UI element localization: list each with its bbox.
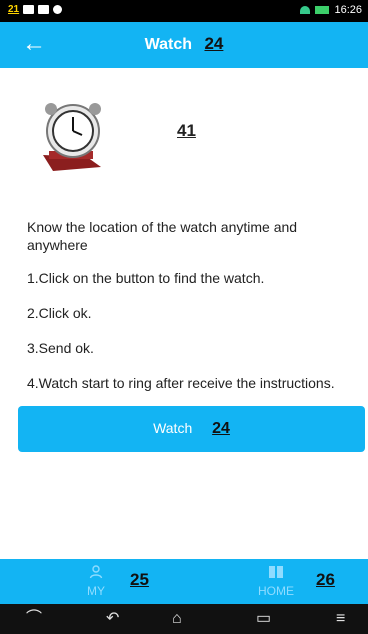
status-left: 21: [8, 4, 63, 15]
back-icon[interactable]: ↶: [106, 610, 119, 628]
system-nav-bar: ⌒ ↶ ⌂ ▭ ≡: [0, 604, 368, 634]
wifi-icon: [300, 6, 311, 14]
alarm-clock-icon: [35, 95, 115, 175]
instructions-intro: Know the location of the watch anytime a…: [27, 219, 298, 253]
status-badge: 21: [8, 4, 20, 15]
find-watch-label: Watch: [153, 420, 193, 436]
status-bar: 21 16:26: [0, 0, 368, 22]
instruction-step: 4.Watch start to ring after receive the …: [27, 375, 335, 391]
tab-my[interactable]: MY: [56, 565, 136, 598]
find-watch-label-wrap: Watch 24: [18, 420, 365, 438]
tab-home-label: HOME: [258, 584, 294, 598]
tab-home[interactable]: HOME: [236, 565, 316, 598]
instruction-step: 1.Click on the button to find the watch.: [27, 270, 265, 286]
battery-icon: [315, 6, 330, 14]
home-icon[interactable]: ⌂: [172, 610, 182, 628]
book-icon: [269, 566, 283, 578]
bottom-nav: MY 25 HOME 26: [0, 559, 368, 604]
instructions: Know the location of the watch anytime a…: [27, 218, 360, 409]
notification-icon: [23, 5, 35, 14]
page-title-wrap: Watch 24: [0, 34, 368, 54]
message-icon: [38, 5, 50, 14]
find-watch-button[interactable]: Watch 24: [18, 406, 365, 452]
tab-my-tag: 25: [130, 570, 149, 589]
page-title: Watch: [144, 36, 193, 53]
menu-icon[interactable]: ≡: [336, 610, 345, 628]
status-right: 16:26: [300, 4, 362, 16]
hero-tag: 41: [177, 121, 196, 140]
collapse-icon[interactable]: ⌒: [26, 610, 42, 628]
recent-apps-icon[interactable]: ▭: [256, 610, 271, 628]
title-tag: 24: [204, 34, 224, 53]
status-time: 16:26: [334, 4, 362, 16]
tab-home-tag: 26: [316, 570, 335, 589]
tab-my-label: MY: [87, 584, 105, 598]
sync-icon: [53, 5, 63, 14]
instruction-step: 3.Send ok.: [27, 340, 94, 356]
find-watch-tag: 24: [212, 420, 230, 437]
instruction-step: 2.Click ok.: [27, 305, 92, 321]
app-bar: ← Watch 24: [0, 22, 368, 68]
person-icon: [89, 565, 103, 579]
